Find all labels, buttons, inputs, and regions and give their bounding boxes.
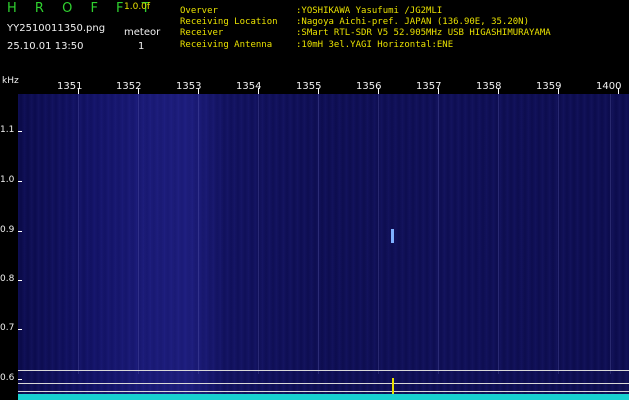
freq-tick: 0.8 xyxy=(0,274,15,284)
freq-tick: 1.0 xyxy=(0,175,15,185)
grid-line xyxy=(258,94,259,374)
header-panel: H R O F F T 1.0.0f YY2510011350.png 25.1… xyxy=(0,0,629,72)
freq-tick: 0.7 xyxy=(0,323,15,333)
grid-line xyxy=(198,94,199,374)
info-row-location: Receiving Location :Nagoya Aichi-pref. JA… xyxy=(180,17,551,28)
freq-tick-mark xyxy=(18,329,22,330)
freq-tick-mark xyxy=(18,181,22,182)
grid-line xyxy=(558,94,559,374)
version-label: 1.0.0f xyxy=(124,2,151,12)
grid-line xyxy=(498,94,499,374)
freq-tick-mark xyxy=(18,379,22,380)
info-value: :Nagoya Aichi-pref. JAPAN (136.90E, 35.2… xyxy=(296,17,529,28)
meteor-echo xyxy=(391,229,394,243)
info-row-receiver: Receiver :SMart RTL-SDR V5 52.905MHz USB … xyxy=(180,28,551,39)
grid-line xyxy=(438,94,439,374)
info-value: :YOSHIKAWA Yasufumi /JG2MLI xyxy=(296,6,443,16)
waterfall-plot xyxy=(18,94,629,400)
info-value: :SMart RTL-SDR V5 52.905MHz USB HIGASHIM… xyxy=(296,28,551,39)
time-axis: kHz 1351 1352 1353 1354 1355 1356 1357 1… xyxy=(0,74,629,94)
station-info: Overver :YOSHIKAWA Yasufumi /JG2MLI Recei… xyxy=(180,6,551,51)
grid-line xyxy=(378,94,379,374)
mode-label: meteor xyxy=(124,27,161,38)
info-row-observer: Overver :YOSHIKAWA Yasufumi /JG2MLI xyxy=(180,6,551,17)
info-key: Overver xyxy=(180,6,218,16)
grid-line xyxy=(138,94,139,374)
freq-tick-mark xyxy=(18,231,22,232)
grid-line xyxy=(610,94,611,374)
grid-line xyxy=(78,94,79,374)
datetime-label: 25.10.01 13:50 xyxy=(7,41,84,52)
freq-tick-mark xyxy=(18,280,22,281)
freq-tick-mark xyxy=(18,131,22,132)
info-row-antenna: Receiving Antenna :10mH 3el.YAGI Horizont… xyxy=(180,40,551,51)
unit-label: kHz xyxy=(2,76,19,86)
info-key: Receiver xyxy=(180,28,224,39)
reference-line xyxy=(18,391,629,392)
reference-line xyxy=(18,370,629,371)
freq-tick: 0.6 xyxy=(0,373,15,383)
info-value: :10mH 3el.YAGI Horizontal:ENE xyxy=(296,39,454,50)
freq-tick: 0.9 xyxy=(0,225,15,235)
info-key: Receiving Location xyxy=(180,17,278,28)
info-key: Receiving Antenna xyxy=(180,39,273,50)
mode-count: 1 xyxy=(138,41,145,52)
grid-line xyxy=(318,94,319,374)
filename-label: YY2510011350.png xyxy=(7,23,106,34)
spectrum-baseline xyxy=(18,394,629,400)
freq-tick: 1.1 xyxy=(0,125,15,135)
reference-line xyxy=(18,383,629,384)
